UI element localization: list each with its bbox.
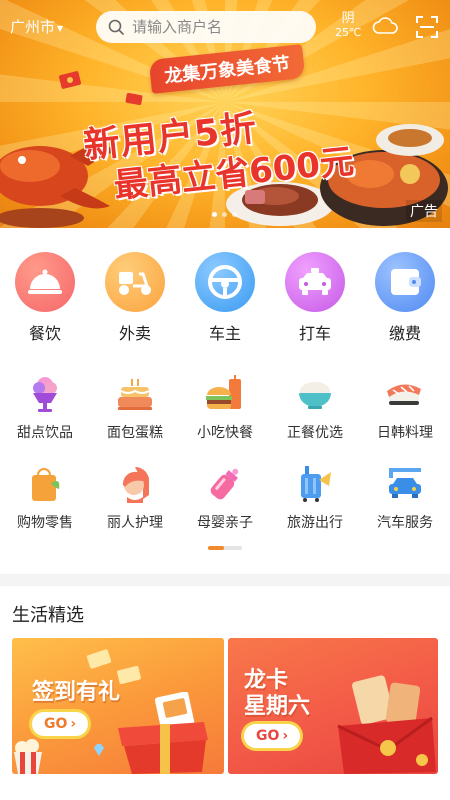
sushi-icon [385,374,425,414]
taxi-icon [285,252,345,312]
search-bar[interactable] [96,11,316,43]
subcategory-travel[interactable]: 旅游出行 [270,464,360,532]
city-selector[interactable]: 广州市 ▼ [10,16,63,37]
search-input[interactable] [132,18,302,36]
card-title: 签到有礼 [32,680,121,705]
main-category-row: 餐饮 外卖 车主 打车 缴费 [0,252,450,344]
red-envelope-illustration [337,675,436,774]
cloud-icon [372,17,398,34]
weather-temperature: 25℃ [335,26,362,39]
subcategory-label: 丽人护理 [107,515,163,531]
category-label: 缴费 [388,324,421,343]
popcorn-illustration [14,739,42,774]
subcategory-desserts[interactable]: 甜点饮品 [0,374,90,442]
subcategory-snacks[interactable]: 小吃快餐 [180,374,270,442]
shopping-bag-icon [25,464,65,504]
dining-cloche-icon [15,252,75,312]
section-divider [0,574,450,586]
subcategory-japanese-korean[interactable]: 日韩料理 [360,374,450,442]
go-button[interactable]: GO › [244,724,301,748]
banner-dot [222,212,227,217]
subcategory-auto-service[interactable]: 汽车服务 [360,464,450,532]
weather-condition: 阴 [341,11,355,26]
subcategory-mother-baby[interactable]: 母婴亲子 [180,464,270,532]
page-indicator-active [208,546,224,550]
banner-indicator [212,212,237,217]
arrow-right-icon: › [282,728,289,744]
promo-banner[interactable]: 龙集万象美食节 新用户5折 最高立省600元 广告 广州市 ▼ 阴 [0,0,450,228]
scan-icon[interactable] [416,16,438,38]
gift-box-illustration [118,692,208,774]
subcategory-label: 正餐优选 [287,425,343,441]
category-dining[interactable]: 餐饮 [0,252,90,344]
subcategory-bakery[interactable]: 面包蛋糕 [90,374,180,442]
subcategory-label: 日韩料理 [377,425,433,441]
diamond-icon [94,744,104,756]
category-label: 外卖 [118,324,151,343]
scooter-icon [105,252,165,312]
category-taxi[interactable]: 打车 [270,252,360,344]
banner-dot [232,212,237,217]
subcategory-label: 小吃快餐 [197,425,253,441]
luggage-icon [295,464,335,504]
checkin-gift-card[interactable]: 签到有礼 GO › [12,638,224,774]
arrow-right-icon: › [70,716,77,732]
wallet-icon [375,252,435,312]
steering-wheel-icon [195,252,255,312]
car-wash-icon [385,464,425,504]
subcategory-label: 旅游出行 [287,515,343,531]
section-title: 生活精选 [12,605,84,626]
search-icon [108,19,124,35]
banner-dot [212,212,217,217]
category-label: 餐饮 [28,324,61,343]
subcategory-label: 汽车服务 [377,515,433,531]
ice-cream-icon [25,374,65,414]
go-button-label: GO [256,728,280,744]
app-home: 龙集万象美食节 新用户5折 最高立省600元 广告 广州市 ▼ 阴 [0,0,450,800]
subcategory-shopping[interactable]: 购物零售 [0,464,90,532]
weather-info: 阴 25℃ [335,12,361,40]
category-label: 打车 [298,324,331,343]
red-envelope-icon [59,71,81,89]
subcategory-label: 甜点饮品 [17,425,73,441]
go-button[interactable]: GO › [32,712,89,736]
baby-bottle-icon [205,464,245,504]
category-takeout[interactable]: 外卖 [90,252,180,344]
subcategory-label: 购物零售 [17,515,73,531]
top-bar: 广州市 ▼ 阴 25℃ [0,0,450,50]
fast-food-icon [205,374,245,414]
subcategory-label: 母婴亲子 [197,515,253,531]
category-car-owner[interactable]: 车主 [180,252,270,344]
sub-category-row: 购物零售 丽人护理 母婴亲子 旅游出行 汽车服务 [0,464,450,532]
subcategory-beauty[interactable]: 丽人护理 [90,464,180,532]
rice-bowl-icon [295,374,335,414]
beauty-icon [115,464,155,504]
category-label: 车主 [208,324,241,343]
subcategory-label: 面包蛋糕 [107,425,163,441]
ad-label: 广告 [406,200,442,222]
red-envelope-icon [125,93,143,105]
card-title-line2: 星期六 [244,694,311,719]
dropdown-arrow-icon: ▼ [57,23,64,33]
city-label: 广州市 [10,18,56,36]
sub-category-row: 甜点饮品 面包蛋糕 小吃快餐 正餐优选 日韩料理 [0,374,450,442]
dragon-card-saturday-card[interactable]: 龙卡 星期六 GO › [228,638,438,774]
category-page-indicator [208,546,242,550]
cake-icon [115,374,155,414]
subcategory-meals[interactable]: 正餐优选 [270,374,360,442]
category-bill-pay[interactable]: 缴费 [360,252,450,344]
go-button-label: GO [44,716,68,732]
